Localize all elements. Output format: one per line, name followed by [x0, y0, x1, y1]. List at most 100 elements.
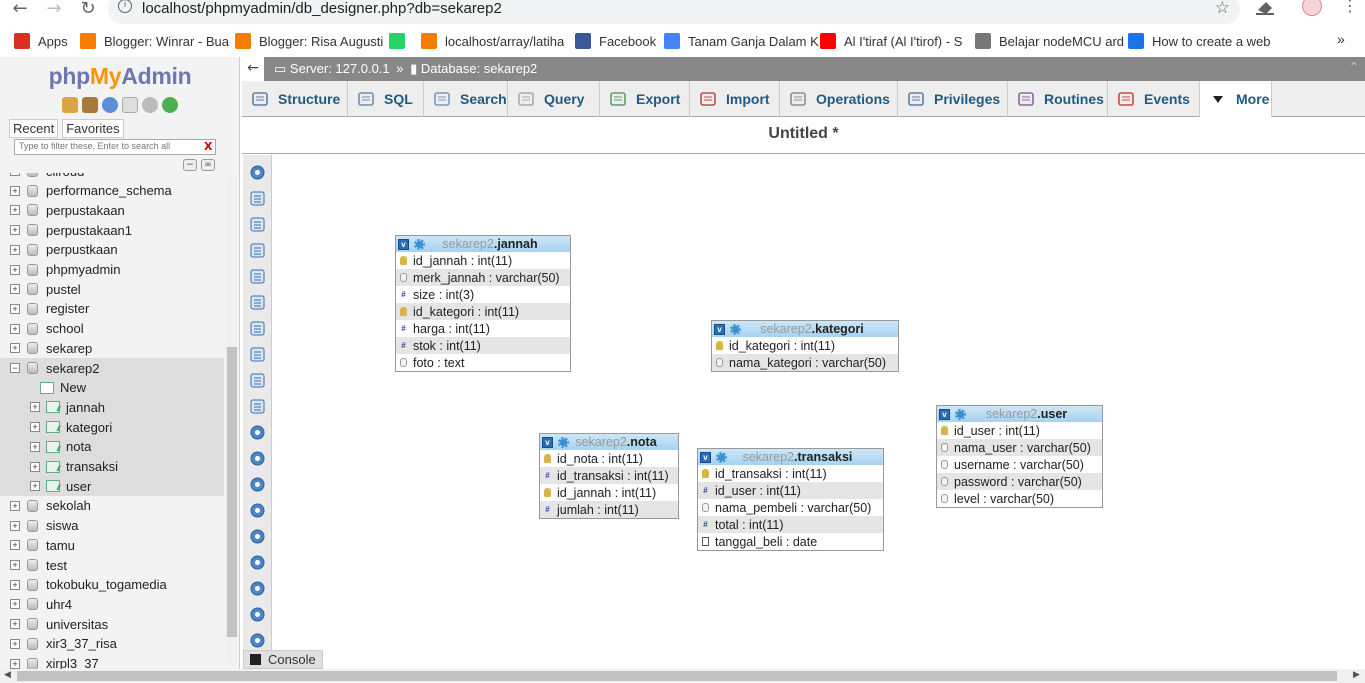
reload-icon[interactable]: ↻	[76, 0, 100, 20]
browser-menu-icon[interactable]: ⋮	[1342, 0, 1358, 15]
expand-icon[interactable]: +	[10, 343, 20, 354]
expand-icon[interactable]: +	[10, 619, 20, 630]
tab-search[interactable]: Search	[424, 81, 508, 117]
er-column[interactable]: merk_jannah : varchar(50)	[396, 269, 570, 286]
tree-item-label[interactable]: perpustakaan	[46, 203, 125, 218]
navigation-filter-input[interactable]: Type to filter these, Enter to search al…	[14, 139, 216, 155]
er-column[interactable]: username : varchar(50)	[937, 456, 1102, 473]
settings-gear-icon[interactable]	[142, 97, 158, 113]
breadcrumb-server[interactable]: Server: 127.0.0.1	[290, 61, 390, 76]
navigation-scrollbar[interactable]	[226, 177, 238, 663]
tree-item-label[interactable]: register	[46, 301, 89, 316]
tab-privileges[interactable]: Privileges	[898, 81, 1008, 117]
collapse-all-icon[interactable]: −	[183, 159, 197, 171]
tab-operations[interactable]: Operations	[780, 81, 898, 117]
er-column[interactable]: id_kategori : int(11)	[712, 337, 898, 354]
expand-icon[interactable]: +	[10, 173, 20, 176]
fullscreen-icon[interactable]	[250, 191, 265, 206]
er-column[interactable]: foto : text	[396, 354, 570, 371]
bookmark-item[interactable]: Belajar nodeMCU ard	[975, 31, 1124, 51]
er-column[interactable]: # harga : int(11)	[396, 320, 570, 337]
bookmark-item[interactable]: Blogger: Risa Augusti	[235, 31, 383, 51]
scrollbar-thumb[interactable]	[17, 671, 1337, 681]
tree-item-label[interactable]: jannah	[66, 400, 105, 415]
tree-database-tokobuku_togamedia[interactable]: + tokobuku_togamedia	[0, 575, 224, 595]
save-as-icon[interactable]	[250, 295, 265, 310]
tree-table-kategori[interactable]: + kategori	[0, 417, 224, 438]
tab-events[interactable]: Events	[1108, 81, 1200, 117]
er-table-header[interactable]: v sekarep2.jannah	[396, 236, 570, 252]
er-column[interactable]: # jumlah : int(11)	[540, 501, 678, 518]
tree-database-xir3_37_risa[interactable]: + xir3_37_risa	[0, 634, 224, 654]
tree-item-label[interactable]: uhr4	[46, 597, 72, 612]
tree-item-label[interactable]: sekarep	[46, 341, 92, 356]
tree-item-label[interactable]: nota	[66, 439, 91, 454]
er-column[interactable]: tanggal_beli : date	[698, 533, 883, 550]
reload-navigation-icon[interactable]	[162, 97, 178, 113]
er-column[interactable]: # total : int(11)	[698, 516, 883, 533]
er-column[interactable]: nama_pembeli : varchar(50)	[698, 499, 883, 516]
tree-database-perpustakaan1[interactable]: + perpustakaan1	[0, 220, 224, 240]
tree-item-label[interactable]: user	[66, 479, 91, 494]
help-icon[interactable]	[102, 97, 118, 113]
back-arrow-icon[interactable]: ←	[8, 0, 32, 20]
tree-item-label[interactable]: siswa	[46, 518, 79, 533]
tree-item-label[interactable]: perpustakaan1	[46, 223, 132, 238]
save-icon[interactable]	[250, 269, 265, 284]
expand-icon[interactable]: +	[10, 599, 20, 610]
tree-item-label[interactable]: ciiroud	[46, 173, 84, 179]
er-column[interactable]: id_kategori : int(11)	[396, 303, 570, 320]
tree-database-performance_schema[interactable]: + performance_schema	[0, 181, 224, 201]
expand-icon[interactable]: +	[10, 205, 20, 216]
tree-item-label[interactable]: universitas	[46, 617, 108, 632]
expand-icon[interactable]: +	[10, 244, 20, 255]
toggle-small-big-icon[interactable]	[250, 529, 265, 544]
tree-table-jannah[interactable]: + jannah	[0, 397, 224, 418]
expand-icon[interactable]: +	[30, 481, 40, 492]
phpmyadmin-logo[interactable]: phpMyAdmin	[0, 63, 240, 90]
tree-database-test[interactable]: + test	[0, 555, 224, 575]
bookmarks-overflow-icon[interactable]: »	[1337, 31, 1345, 47]
docs-icon[interactable]	[122, 97, 138, 113]
tree-database-sekarep2[interactable]: − sekarep2	[0, 358, 224, 378]
er-column[interactable]: # id_user : int(11)	[698, 482, 883, 499]
tree-item-label[interactable]: phpmyadmin	[46, 262, 120, 277]
bookmark-item[interactable]: localhost/array/latiha	[421, 31, 564, 51]
export-schema-icon[interactable]	[250, 581, 265, 596]
bookmark-item[interactable]: Apps	[14, 31, 68, 51]
angular-links-icon[interactable]	[250, 477, 265, 492]
recent-tab[interactable]: Recent	[9, 119, 59, 138]
tree-database-school[interactable]: + school	[0, 319, 224, 339]
expand-icon[interactable]: +	[10, 303, 20, 314]
delete-page-icon[interactable]	[250, 347, 265, 362]
view-icon[interactable]	[250, 373, 265, 388]
address-bar[interactable]: i localhost/phpmyadmin/db_designer.php?d…	[108, 0, 1240, 24]
tree-database-perpustkaan[interactable]: + perpustkaan	[0, 240, 224, 260]
link-with-main-icon[interactable]: ∞	[201, 159, 215, 171]
tree-database-xirpl3_37[interactable]: + xirpl3_37	[0, 654, 224, 669]
bookmark-item[interactable]: Blogger: Winrar - Bua	[80, 31, 229, 51]
tree-database-perpustakaan[interactable]: + perpustakaan	[0, 200, 224, 220]
er-column[interactable]: id_nota : int(11)	[540, 450, 678, 467]
er-table-user[interactable]: v sekarep2.user id_user : int(11) nama_user…	[936, 405, 1103, 508]
tree-item-label[interactable]: tamu	[46, 538, 75, 553]
expand-icon[interactable]: +	[30, 461, 40, 472]
home-icon[interactable]	[62, 97, 78, 113]
scroll-left-icon[interactable]: ◀	[4, 670, 11, 680]
exit-icon[interactable]	[82, 97, 98, 113]
er-column[interactable]: # size : int(3)	[396, 286, 570, 303]
tree-item-label[interactable]: test	[46, 558, 67, 573]
load-page-icon[interactable]	[250, 321, 265, 336]
er-column[interactable]: nama_kategori : varchar(50)	[712, 354, 898, 371]
expand-icon[interactable]: +	[10, 284, 20, 295]
tree-item-label[interactable]: school	[46, 321, 84, 336]
tree-item-label[interactable]: perpustkaan	[46, 242, 118, 257]
tab-sql[interactable]: SQL	[348, 81, 424, 117]
move-menu-icon[interactable]	[250, 607, 265, 622]
tree-database-sekolah[interactable]: + sekolah	[0, 496, 224, 516]
relation-icon[interactable]	[250, 399, 265, 414]
er-column[interactable]: password : varchar(50)	[937, 473, 1102, 490]
eraser-icon[interactable]	[1254, 0, 1276, 16]
expand-icon[interactable]: +	[10, 560, 20, 570]
designer-canvas[interactable]: v sekarep2.jannah id_jannah : int(11) merk_…	[273, 155, 1365, 653]
